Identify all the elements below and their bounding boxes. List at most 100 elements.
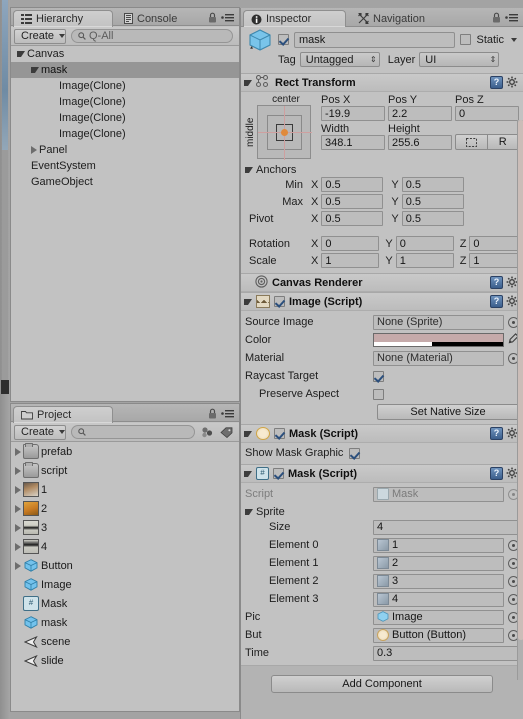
chevron-right-icon[interactable] xyxy=(15,523,21,532)
preserve-aspect-checkbox[interactable] xyxy=(373,388,384,400)
help-icon[interactable]: ? xyxy=(490,276,503,289)
static-dropdown-icon[interactable] xyxy=(511,37,517,42)
set-native-size-button[interactable]: Set Native Size xyxy=(377,404,519,420)
gameobject-name-input[interactable]: mask xyxy=(294,31,456,48)
project-search-input[interactable] xyxy=(71,425,195,439)
layer-dropdown[interactable]: UI ⇕ xyxy=(419,52,500,67)
project-item-button[interactable]: Button xyxy=(11,556,239,575)
pos-z-input[interactable]: 0 xyxy=(455,106,519,121)
mask-builtin-header[interactable]: Mask (Script) ? xyxy=(241,425,523,443)
rotation-z-input[interactable]: 0 xyxy=(469,236,523,251)
lock-icon[interactable] xyxy=(492,12,501,26)
scale-y-input[interactable]: 1 xyxy=(395,253,454,268)
pic-field[interactable]: Image xyxy=(373,609,504,625)
project-item-slide[interactable]: slide xyxy=(11,651,239,670)
chevron-down-icon[interactable] xyxy=(31,67,39,73)
rotation-y-input[interactable]: 0 xyxy=(395,236,454,251)
sprite-array-foldout[interactable]: Sprite xyxy=(245,504,519,519)
project-item-3[interactable]: 3 xyxy=(11,518,239,537)
rotation-x-input[interactable]: 0 xyxy=(321,236,380,251)
chevron-right-icon[interactable] xyxy=(15,447,21,456)
chevron-down-icon[interactable] xyxy=(244,430,252,437)
help-icon[interactable]: ? xyxy=(490,467,503,480)
filter-by-type-icon[interactable] xyxy=(198,425,217,440)
mask-custom-enabled-checkbox[interactable] xyxy=(273,468,284,479)
material-field[interactable]: None (Material) xyxy=(373,350,504,366)
hierarchy-item-gameobject[interactable]: GameObject xyxy=(11,174,239,190)
chevron-right-icon[interactable] xyxy=(15,542,21,551)
scene-scrollbar[interactable] xyxy=(2,150,8,380)
sprite-element-3-field[interactable]: 4 xyxy=(373,591,504,607)
image-script-enabled-checkbox[interactable] xyxy=(274,296,285,307)
add-component-button[interactable]: Add Component xyxy=(271,675,493,693)
scale-x-input[interactable]: 1 xyxy=(321,253,380,268)
hierarchy-item-panel[interactable]: Panel xyxy=(11,142,239,158)
show-mask-graphic-checkbox[interactable] xyxy=(349,447,361,459)
height-input[interactable]: 255.6 xyxy=(388,135,452,150)
tab-hierarchy[interactable]: Hierarchy xyxy=(13,10,113,27)
sprite-element-2-field[interactable]: 3 xyxy=(373,573,504,589)
static-checkbox[interactable] xyxy=(460,34,472,45)
lock-icon[interactable] xyxy=(208,12,217,26)
sprite-element-1-field[interactable]: 2 xyxy=(373,555,504,571)
project-create-button[interactable]: Create xyxy=(14,424,66,440)
source-image-field[interactable]: None (Sprite) xyxy=(373,314,504,330)
hierarchy-item-image-clone[interactable]: Image(Clone) xyxy=(11,78,239,94)
chevron-down-icon[interactable] xyxy=(245,508,253,515)
tab-project[interactable]: Project xyxy=(13,406,113,423)
hierarchy-item-image-clone[interactable]: Image(Clone) xyxy=(11,126,239,142)
panel-menu-icon[interactable] xyxy=(221,13,234,25)
anchor-min-y-input[interactable]: 0.5 xyxy=(401,177,464,192)
panel-menu-icon[interactable] xyxy=(505,13,518,25)
time-input[interactable]: 0.3 xyxy=(373,645,519,661)
help-icon[interactable]: ? xyxy=(490,76,503,89)
chevron-right-icon[interactable] xyxy=(15,485,21,494)
inspector-scrollbar[interactable] xyxy=(517,120,523,680)
hierarchy-item-canvas[interactable]: Canvas xyxy=(11,46,239,62)
gear-icon[interactable] xyxy=(506,76,519,89)
chevron-right-icon[interactable] xyxy=(15,504,21,513)
hierarchy-item-image-clone[interactable]: Image(Clone) xyxy=(11,110,239,126)
panel-menu-icon[interactable] xyxy=(221,409,234,421)
tag-dropdown[interactable]: Untagged ⇕ xyxy=(299,52,380,67)
chevron-right-icon[interactable] xyxy=(31,146,37,154)
pivot-x-input[interactable]: 0.5 xyxy=(321,211,384,226)
help-icon[interactable]: ? xyxy=(490,295,503,308)
sprite-element-0-field[interactable]: 1 xyxy=(373,537,504,553)
project-item-mask-prefab[interactable]: mask xyxy=(11,613,239,632)
anchor-min-x-input[interactable]: 0.5 xyxy=(321,177,384,192)
sprite-size-input[interactable]: 4 xyxy=(373,519,519,535)
pos-x-input[interactable]: -19.9 xyxy=(321,106,385,121)
anchors-foldout[interactable]: Anchors xyxy=(245,162,519,177)
project-item-scene[interactable]: scene xyxy=(11,632,239,651)
chevron-down-icon[interactable] xyxy=(244,79,252,86)
chevron-down-icon[interactable] xyxy=(17,51,25,57)
pos-y-input[interactable]: 2.2 xyxy=(388,106,452,121)
help-icon[interactable]: ? xyxy=(490,427,503,440)
chevron-right-icon[interactable] xyxy=(15,466,21,475)
hierarchy-item-mask[interactable]: mask xyxy=(11,62,239,78)
width-input[interactable]: 348.1 xyxy=(321,135,385,150)
hierarchy-create-button[interactable]: Create xyxy=(14,28,66,44)
inspector-scrollbar-thumb[interactable] xyxy=(518,120,523,640)
image-script-header[interactable]: Image (Script) ? xyxy=(241,293,523,311)
project-item-script[interactable]: script xyxy=(11,461,239,480)
tab-navigation[interactable]: Navigation xyxy=(351,10,434,27)
tab-console[interactable]: Console xyxy=(117,10,186,27)
hierarchy-tree[interactable]: Canvas mask Image(Clone) Image(Clone) Im… xyxy=(11,46,239,401)
chevron-down-icon[interactable] xyxy=(245,166,253,173)
chevron-right-icon[interactable] xyxy=(15,561,21,570)
hierarchy-item-image-clone[interactable]: Image(Clone) xyxy=(11,94,239,110)
gameobject-enabled-checkbox[interactable] xyxy=(278,34,289,45)
filter-by-label-icon[interactable] xyxy=(217,425,236,440)
project-item-1[interactable]: 1 xyxy=(11,480,239,499)
hierarchy-item-eventsystem[interactable]: EventSystem xyxy=(11,158,239,174)
project-item-mask-script[interactable]: # Mask xyxy=(11,594,239,613)
raycast-target-checkbox[interactable] xyxy=(373,370,384,382)
chevron-down-icon[interactable] xyxy=(244,298,252,305)
chevron-down-icon[interactable] xyxy=(244,470,252,477)
raw-edit-mode-button[interactable]: R xyxy=(487,134,519,150)
tab-inspector[interactable]: Inspector xyxy=(243,10,346,27)
project-tree[interactable]: prefab script 1 2 3 4 Button Image # Mas… xyxy=(11,442,239,711)
hierarchy-search-input[interactable]: Q-All xyxy=(71,29,233,43)
